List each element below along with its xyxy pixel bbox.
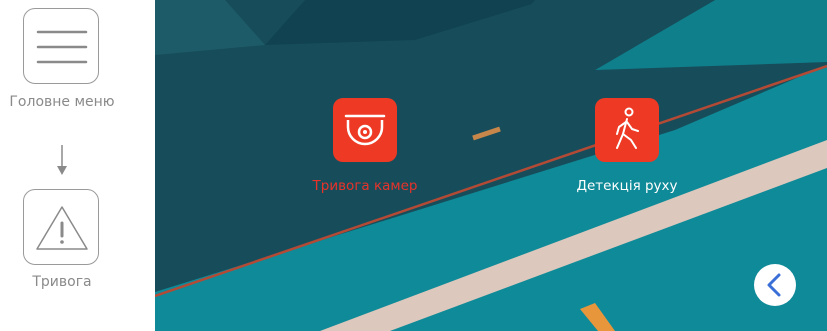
walking-person-icon [616,107,639,149]
chevron-left-icon [767,273,781,297]
camera-alarm-tile[interactable] [333,98,397,162]
alarm-tile [23,189,99,265]
motion-detection-label[interactable]: Детекція руху [563,178,691,194]
app-root: Головне меню Тривога Тривога камер Детек… [0,0,827,331]
main-menu-label: Головне меню [9,94,115,110]
wallpaper [155,0,827,331]
hamburger-icon [36,30,88,64]
navigation-guide: Головне меню Тривога [0,0,155,331]
device-screen: Тривога камер Детекція руху [155,0,827,331]
motion-detection-tile[interactable] [595,98,659,162]
camera-alarm-label[interactable]: Тривога камер [305,178,425,194]
main-menu-tile [23,8,99,84]
dome-camera-icon [344,114,386,146]
alarm-label: Тривога [32,274,92,290]
warning-triangle-icon [36,206,88,250]
arrow-down-icon [57,145,67,175]
back-button[interactable] [754,264,796,306]
